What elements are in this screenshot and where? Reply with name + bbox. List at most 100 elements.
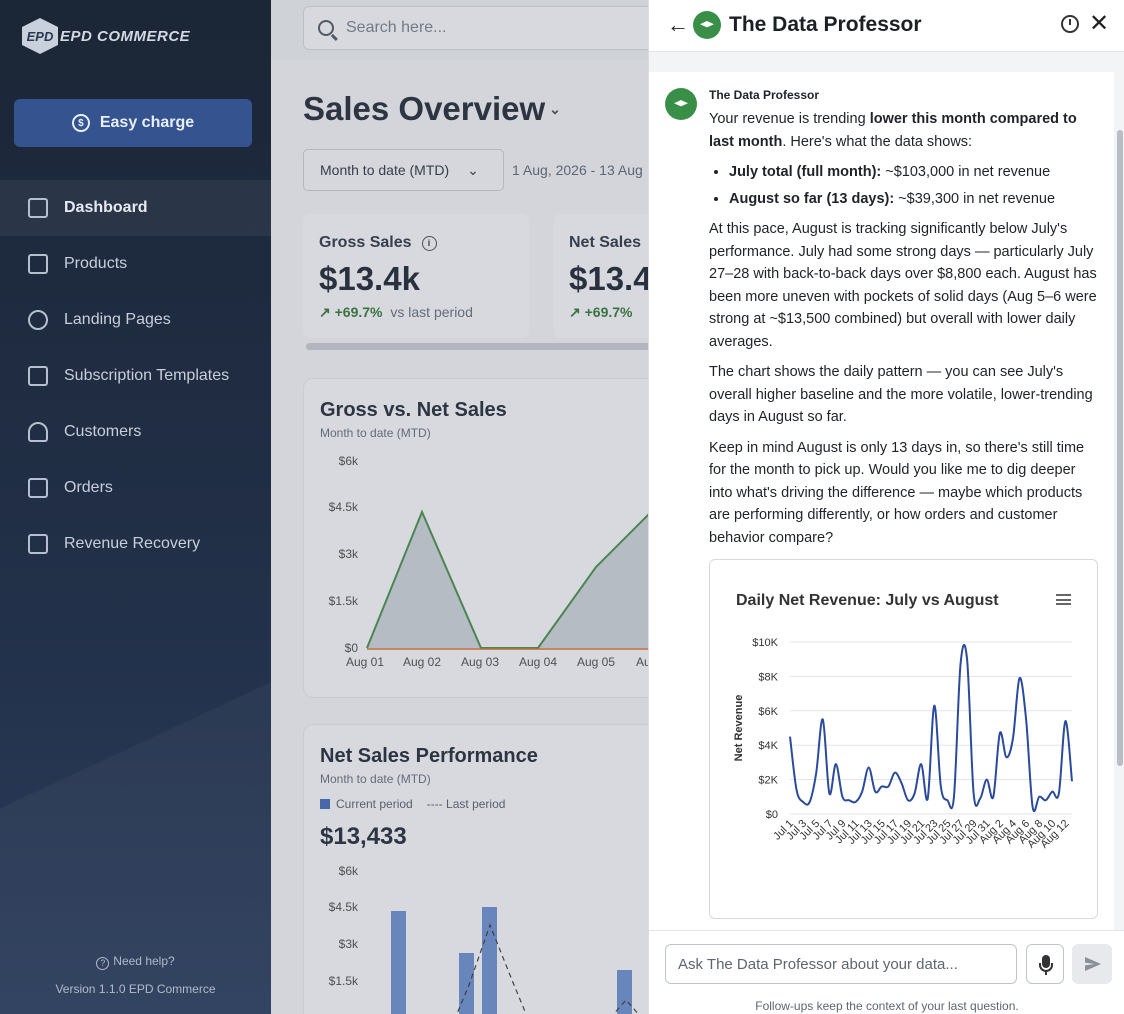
trend-up-icon: ↗ xyxy=(569,304,581,320)
sidebar-item-orders[interactable]: Orders xyxy=(0,460,271,516)
message-author: The Data Professor xyxy=(709,88,820,102)
sidebar-item-label: Landing Pages xyxy=(64,311,171,328)
y-axis-ticks: $6k $4.5k $3k $1.5k $0 xyxy=(329,454,359,655)
sidebar-item-label: Subscription Templates xyxy=(64,367,230,384)
chat-thread: The Data Professor Your revenue is trend… xyxy=(649,72,1114,930)
kpi-title-text: Net Sales xyxy=(569,234,642,251)
sidebar-item-label: Products xyxy=(64,255,128,272)
kpi-title: Gross Sales i xyxy=(319,234,513,252)
y-tick: $1.5k xyxy=(329,594,359,608)
list-item: July total (full month): ~$103,000 in ne… xyxy=(729,161,1099,184)
brand-logo[interactable]: EPD EPD COMMERCE xyxy=(22,18,190,54)
kpi-title-text: Gross Sales xyxy=(319,234,412,251)
search-icon xyxy=(318,20,334,36)
hamburger-menu-icon[interactable] xyxy=(1056,594,1071,605)
send-icon xyxy=(1085,957,1101,971)
message-paragraph: At this pace, August is tracking signifi… xyxy=(709,221,1097,350)
graduation-cap-icon xyxy=(693,11,721,39)
y-tick: $1.5k xyxy=(329,974,359,988)
sidebar-item-customers[interactable]: Customers xyxy=(0,404,271,460)
period-select[interactable]: Month to date (MTD) ⌄ xyxy=(303,149,504,191)
y-tick-label: $6K xyxy=(758,706,778,718)
period-select-value: Month to date (MTD) xyxy=(320,162,450,178)
y-tick: $6k xyxy=(339,864,359,878)
y-tick-label: $2K xyxy=(758,775,778,787)
intro-tail: . Here's what the data shows: xyxy=(782,133,973,150)
thread-scrollbar[interactable] xyxy=(1117,130,1123,766)
sidebar: EPD EPD COMMERCE $ Easy charge Dashboard… xyxy=(0,0,271,1014)
footnote: Follow-ups keep the context of your last… xyxy=(755,999,1019,1013)
version-text: Version 1.1.0 EPD Commerce xyxy=(55,982,216,996)
easy-charge-label: Easy charge xyxy=(99,114,195,131)
message-paragraph: Keep in mind August is only 13 days in, … xyxy=(709,439,1085,546)
panel-header: ← The Data Professor ✕ xyxy=(649,0,1124,52)
search-placeholder: Search here... xyxy=(346,19,447,36)
x-tick: Aug 04 xyxy=(519,655,557,669)
ask-input[interactable] xyxy=(665,944,1017,984)
y-tick: $4.5k xyxy=(329,900,359,914)
x-tick: Aug 01 xyxy=(346,655,384,669)
sidebar-item-dashboard[interactable]: Dashboard xyxy=(0,180,271,236)
kpi-delta-value: +69.7% xyxy=(334,304,383,320)
bar xyxy=(459,953,474,1014)
bar xyxy=(482,907,497,1014)
message-intro: Your revenue is trending lower this mont… xyxy=(709,108,1099,153)
x-axis-ticks: Aug 01 Aug 02 Aug 03 Aug 04 Aug 05 Au xyxy=(346,655,651,669)
kpi-delta-context: vs last period xyxy=(390,304,473,320)
graduation-cap-icon xyxy=(665,88,697,120)
easy-charge-button[interactable]: $ Easy charge xyxy=(14,99,252,147)
sidebar-item-label: Orders xyxy=(64,479,113,496)
template-icon xyxy=(28,366,48,386)
trend-up-icon: ↗ xyxy=(319,304,331,320)
revenue-chart-card: Daily Net Revenue: July vs August $0 $2K $… xyxy=(709,559,1098,919)
page-title[interactable]: Sales Overview ⌄ xyxy=(303,90,561,128)
chart-title: Daily Net Revenue: July vs August xyxy=(736,592,999,609)
assistant-panel: ← The Data Professor ✕ The Data Professo… xyxy=(648,0,1124,1014)
kpi-delta: ↗ +69.7% vs last period xyxy=(319,304,513,321)
y-tick: $0 xyxy=(345,641,359,655)
products-icon xyxy=(28,254,48,274)
x-tick: Aug 05 xyxy=(577,655,615,669)
send-button[interactable] xyxy=(1072,944,1112,984)
sidebar-item-landing-pages[interactable]: Landing Pages xyxy=(0,292,271,348)
list-item-label: August so far (13 days): xyxy=(729,190,895,207)
chevron-down-icon: ⌄ xyxy=(549,101,561,117)
users-icon xyxy=(28,422,48,442)
history-icon[interactable] xyxy=(1061,15,1079,33)
sidebar-item-subscription-templates[interactable]: Subscription Templates xyxy=(0,348,271,404)
bar xyxy=(391,911,406,1014)
y-tick-label: $4K xyxy=(758,740,778,752)
need-help-link[interactable]: ? Need help? xyxy=(0,954,271,970)
message-body: Your revenue is trending lower this mont… xyxy=(709,108,1099,557)
need-help-label: Need help? xyxy=(113,954,175,968)
bar xyxy=(617,970,632,1014)
kpi-scrollbar[interactable] xyxy=(306,343,666,350)
sidebar-nav: Dashboard Products Landing Pages Subscri… xyxy=(0,180,271,572)
money-icon xyxy=(28,534,48,554)
info-icon[interactable]: i xyxy=(421,235,437,251)
sidebar-item-products[interactable]: Products xyxy=(0,236,271,292)
dashboard-icon xyxy=(28,198,48,218)
y-tick: $3k xyxy=(339,547,359,561)
list-item: August so far (13 days): ~$39,300 in net… xyxy=(729,188,1099,211)
sidebar-item-label: Dashboard xyxy=(64,199,148,216)
help-icon: ? xyxy=(96,957,110,970)
summary-list: July total (full month): ~$103,000 in ne… xyxy=(729,161,1099,210)
panel-title: The Data Professor xyxy=(729,13,922,36)
y-tick-label: $10K xyxy=(752,637,778,649)
globe-icon xyxy=(28,310,48,330)
chevron-down-icon: ⌄ xyxy=(467,161,479,178)
back-arrow-icon[interactable]: ← xyxy=(667,13,689,37)
sidebar-item-label: Customers xyxy=(64,423,142,440)
y-tick-label: $8K xyxy=(758,671,778,683)
sidebar-item-label: Revenue Recovery xyxy=(64,535,201,552)
sidebar-item-revenue-recovery[interactable]: Revenue Recovery xyxy=(0,516,271,572)
microphone-button[interactable] xyxy=(1026,944,1064,984)
money-bag-icon: $ xyxy=(71,114,90,132)
page-title-text: Sales Overview xyxy=(303,90,546,127)
y-tick: $3k xyxy=(339,937,359,951)
list-item-label: July total (full month): xyxy=(729,164,882,180)
close-icon[interactable]: ✕ xyxy=(1089,10,1109,38)
revenue-series-line xyxy=(789,644,1073,813)
kpi-gross-sales: Gross Sales i $13.4k ↗ +69.7% vs last pe… xyxy=(303,214,529,338)
